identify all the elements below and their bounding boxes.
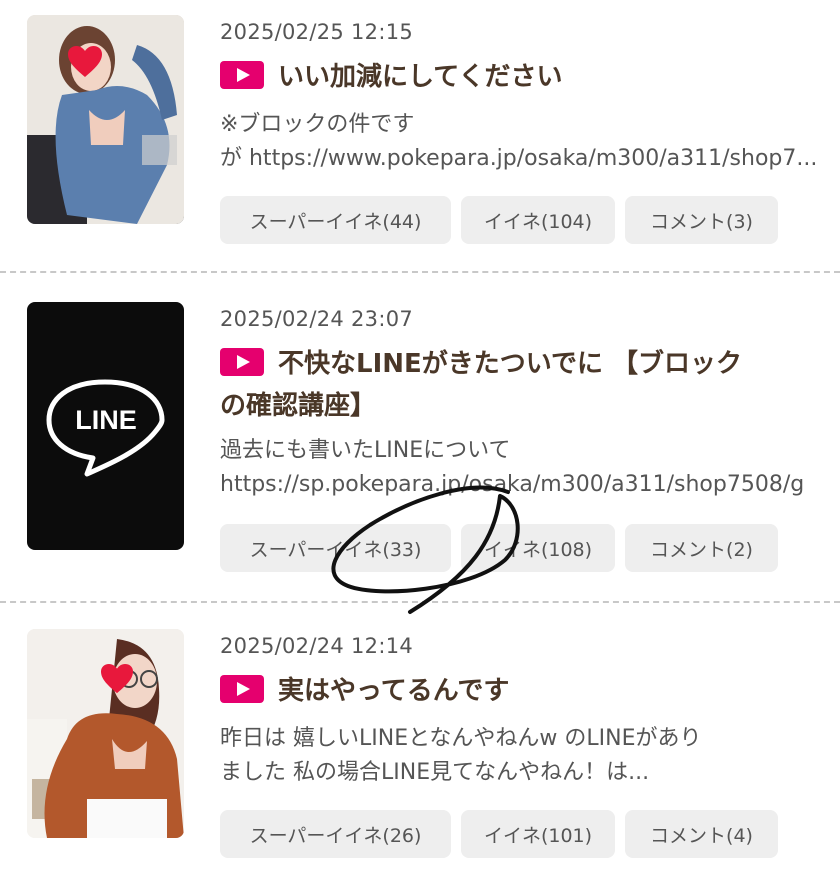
excerpt-line: ※ブロックの件です bbox=[220, 112, 415, 137]
post-title[interactable]: いい加減にしてください bbox=[220, 56, 830, 98]
comment-button[interactable]: コメント(4) bbox=[625, 810, 778, 858]
divider bbox=[0, 271, 840, 273]
play-icon bbox=[220, 348, 264, 376]
post-title-text: 不快なLINEがきたついでに 【ブロック bbox=[278, 349, 743, 379]
post-excerpt: 昨日は 嬉しいLINEとなんやねんw のLINEがあり ました 私の場合LINE… bbox=[220, 722, 820, 790]
excerpt-line: ました 私の場合LINE見てなんやねん！は... bbox=[220, 760, 650, 785]
post-date: 2025/02/25 12:15 bbox=[220, 20, 414, 44]
post-title[interactable]: 実はやってるんです bbox=[220, 670, 830, 712]
like-button[interactable]: イイネ(108) bbox=[461, 524, 615, 572]
post-date: 2025/02/24 12:14 bbox=[220, 634, 414, 658]
like-button[interactable]: イイネ(104) bbox=[461, 196, 615, 244]
excerpt-line: が https://www.pokepara.jp/osaka/m300/a31… bbox=[220, 146, 818, 171]
excerpt-line: 過去にも書いたLINEについて bbox=[220, 438, 511, 463]
heart-icon bbox=[68, 46, 102, 77]
post-thumbnail[interactable] bbox=[27, 629, 184, 838]
post-title-text: の確認講座】 bbox=[220, 391, 377, 421]
excerpt-line: https://sp.pokepara.jp/osaka/m300/a311/s… bbox=[220, 472, 805, 497]
super-like-button[interactable]: スーパーイイネ(26) bbox=[220, 810, 451, 858]
play-icon bbox=[220, 61, 264, 89]
comment-button[interactable]: コメント(2) bbox=[625, 524, 778, 572]
play-icon bbox=[220, 675, 264, 703]
line-logo-text: LINE bbox=[75, 405, 137, 435]
post-thumbnail[interactable]: LINE bbox=[27, 302, 184, 550]
post-excerpt: 過去にも書いたLINEについて https://sp.pokepara.jp/o… bbox=[220, 434, 840, 502]
woman-photo bbox=[27, 15, 184, 224]
excerpt-line: 昨日は 嬉しいLINEとなんやねんw のLINEがあり bbox=[220, 726, 702, 751]
comment-button[interactable]: コメント(3) bbox=[625, 196, 778, 244]
post-title-text: いい加減にしてください bbox=[278, 62, 563, 92]
post-excerpt: ※ブロックの件です が https://www.pokepara.jp/osak… bbox=[220, 108, 840, 176]
divider bbox=[0, 601, 840, 603]
post-title-text: 実はやってるんです bbox=[278, 676, 510, 706]
post-thumbnail[interactable] bbox=[27, 15, 184, 224]
super-like-button[interactable]: スーパーイイネ(33) bbox=[220, 524, 451, 572]
like-button[interactable]: イイネ(101) bbox=[461, 810, 615, 858]
post-title[interactable]: 不快なLINEがきたついでに 【ブロック の確認講座】 bbox=[220, 343, 830, 427]
heart-icon bbox=[101, 663, 133, 694]
post-date: 2025/02/24 23:07 bbox=[220, 307, 414, 331]
woman-photo bbox=[27, 629, 184, 838]
line-logo-icon: LINE bbox=[46, 379, 165, 477]
super-like-button[interactable]: スーパーイイネ(44) bbox=[220, 196, 451, 244]
